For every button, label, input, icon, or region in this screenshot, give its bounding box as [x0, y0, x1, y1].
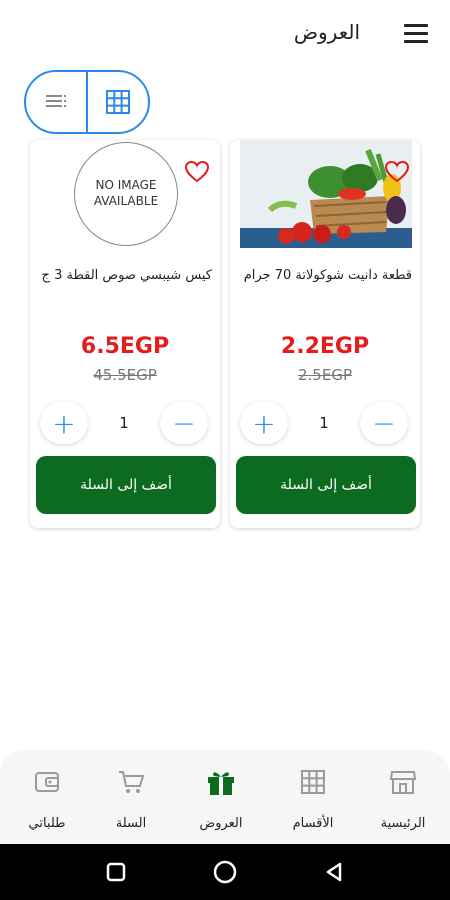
- increase-quantity-button[interactable]: +: [40, 402, 88, 444]
- grid-view-icon: [106, 90, 130, 114]
- minus-icon: −: [372, 406, 396, 440]
- favorite-heart-icon[interactable]: [184, 160, 210, 188]
- nav-label: العروض: [199, 816, 243, 831]
- nav-item-categories[interactable]: الأقسام: [268, 750, 358, 844]
- categories-grid-icon: [298, 767, 328, 797]
- app-bar: العروض: [0, 0, 450, 70]
- home-circle-icon[interactable]: [211, 858, 239, 886]
- recent-apps-icon[interactable]: [102, 858, 130, 886]
- increase-quantity-button[interactable]: +: [240, 402, 288, 444]
- product-price: 6.5EGP: [80, 334, 170, 359]
- product-name: كيس شيبسي صوص القطة 3 ج: [41, 268, 212, 283]
- bottom-navigation: طلباتي السلة العروض الأقسام الرئيسية: [0, 750, 450, 844]
- no-image-placeholder: NO IMAGE AVAILABLE: [74, 142, 178, 246]
- menu-icon[interactable]: [404, 24, 428, 46]
- product-old-price: 45.5EGP: [93, 366, 157, 384]
- page-title: العروض: [293, 20, 360, 44]
- store-icon: [388, 767, 418, 797]
- plus-icon: +: [252, 406, 276, 440]
- add-to-cart-button[interactable]: أضف إلى السلة: [236, 456, 416, 514]
- nav-item-offers[interactable]: العروض: [176, 750, 266, 844]
- favorite-heart-icon[interactable]: [384, 160, 410, 188]
- nav-label: طلباتي: [28, 816, 66, 831]
- decrease-quantity-button[interactable]: −: [159, 402, 208, 444]
- product-price: 2.2EGP: [280, 334, 370, 359]
- add-to-cart-button[interactable]: أضف إلى السلة: [36, 456, 216, 514]
- view-toggle: [24, 70, 150, 134]
- quantity-stepper: + 1 −: [240, 402, 408, 444]
- decrease-quantity-button[interactable]: −: [359, 402, 408, 444]
- product-old-price: 2.5EGP: [297, 366, 352, 384]
- nav-item-cart[interactable]: السلة: [86, 750, 176, 844]
- product-image: NO IMAGE AVAILABLE: [40, 140, 212, 248]
- nav-label: السلة: [115, 816, 147, 831]
- list-view-button[interactable]: [26, 72, 86, 132]
- quantity-value: 1: [119, 414, 129, 432]
- nav-item-my-orders[interactable]: طلباتي: [2, 750, 92, 844]
- cart-icon: [116, 767, 146, 797]
- product-image: [240, 140, 412, 248]
- quantity-stepper: + 1 −: [40, 402, 208, 444]
- wallet-icon: [32, 767, 62, 797]
- product-grid: NO IMAGE AVAILABLE كيس شيبسي صوص القطة 3…: [30, 140, 422, 530]
- nav-label: الرئيسية: [380, 816, 426, 831]
- nav-label: الأقسام: [292, 816, 334, 831]
- product-card[interactable]: قطعة دانيت شوكولاتة 70 جرام 2.2EGP 2.5EG…: [230, 140, 420, 528]
- product-card[interactable]: NO IMAGE AVAILABLE كيس شيبسي صوص القطة 3…: [30, 140, 220, 528]
- back-triangle-icon[interactable]: [320, 858, 348, 886]
- nav-item-home[interactable]: الرئيسية: [358, 750, 448, 844]
- plus-icon: +: [52, 406, 76, 440]
- grid-view-button[interactable]: [86, 72, 148, 132]
- list-view-icon: [46, 95, 66, 107]
- minus-icon: −: [172, 406, 196, 440]
- system-navigation-bar: [0, 844, 450, 900]
- gift-icon: [206, 767, 236, 797]
- quantity-value: 1: [319, 414, 329, 432]
- product-name: قطعة دانيت شوكولاتة 70 جرام: [243, 268, 412, 283]
- vegetables-photo: [240, 140, 412, 248]
